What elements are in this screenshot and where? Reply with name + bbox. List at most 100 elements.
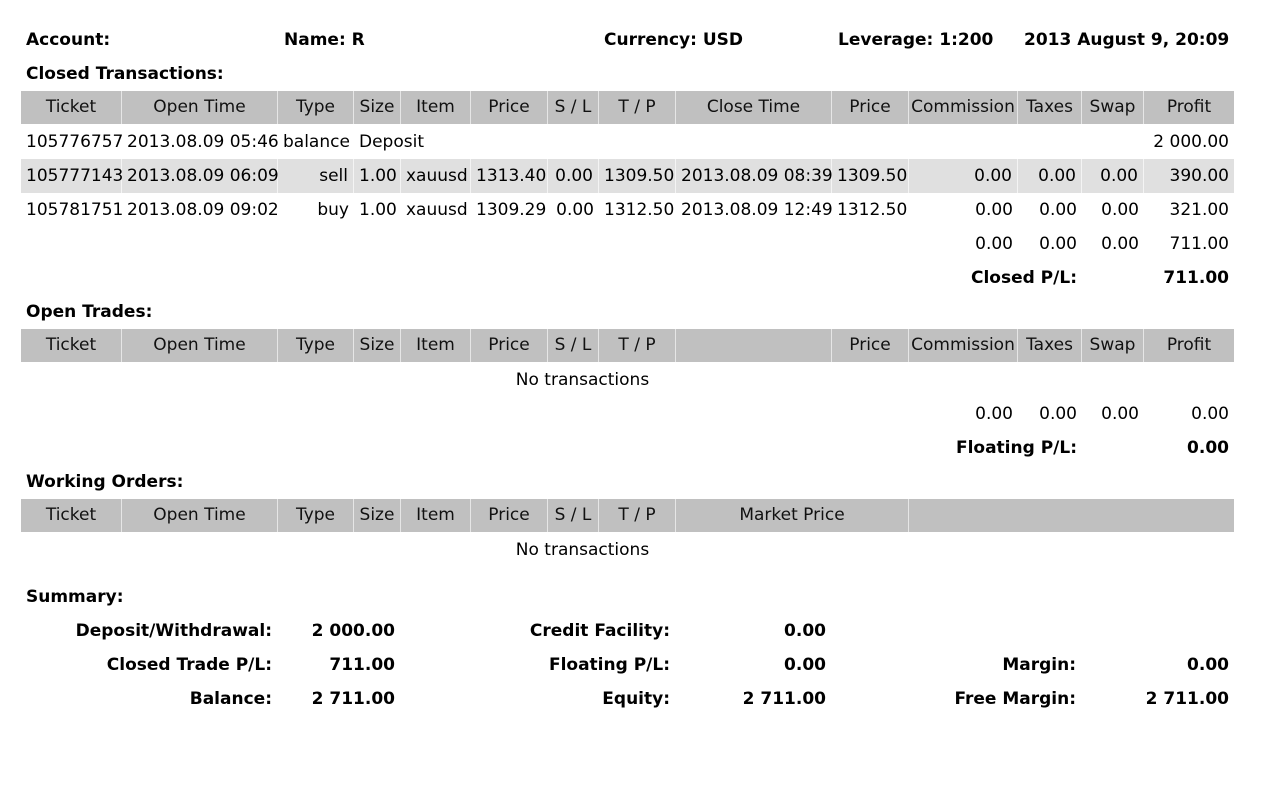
open-time-cell: 2013.08.09 09:02 <box>127 200 279 220</box>
size-cell: 1.00 <box>354 159 401 193</box>
total-taxes: 0.00 <box>1039 404 1077 424</box>
total-swap: 0.00 <box>1101 234 1139 254</box>
working-table-header: Ticket Open Time Type Size Item Price S … <box>21 499 1234 532</box>
col-size: Size <box>354 499 401 532</box>
col-taxes: Taxes <box>1018 91 1082 124</box>
type-cell: sell <box>278 159 354 193</box>
col-ticket: Ticket <box>21 499 122 532</box>
profit-cell: 321.00 <box>1169 200 1229 220</box>
total-profit: 0.00 <box>1191 404 1229 424</box>
col-profit: Profit <box>1166 97 1212 117</box>
closed-pl-value: 711.00 <box>1163 268 1229 288</box>
tp-cell: 1312.50 <box>604 200 675 220</box>
col-ticket: Ticket <box>21 329 122 362</box>
floating-pl-summary-value: 0.00 <box>784 655 826 675</box>
col-sl: S / L <box>548 499 599 532</box>
col-price: Price <box>471 329 548 362</box>
total-profit: 711.00 <box>1169 234 1229 254</box>
close-time-cell: 2013.08.09 08:39 <box>676 159 833 193</box>
credit-facility-value: 0.00 <box>784 621 826 641</box>
working-empty-row: No transactions <box>21 533 1234 567</box>
col-item: Item <box>401 499 471 532</box>
type-cell: balance <box>283 132 350 152</box>
col-type: Type <box>278 329 354 362</box>
open-totals-row: 0.00 0.00 0.00 0.00 <box>21 397 1234 431</box>
swap-cell: 0.00 <box>1082 159 1144 193</box>
tp-cell: 1309.50 <box>599 159 676 193</box>
free-margin-label: Free Margin: <box>954 689 1076 709</box>
col-open-time: Open Time <box>122 91 278 124</box>
closed-table-header: Ticket Open Time Type Size Item Price S … <box>21 91 1234 124</box>
col-type: Type <box>278 91 354 124</box>
col-commission: Commission <box>909 329 1018 362</box>
closed-totals-row: 0.00 0.00 0.00 711.00 <box>21 227 1234 261</box>
sl-cell: 0.00 <box>548 159 599 193</box>
col-commission: Commission <box>909 91 1018 124</box>
balance-value: 2 711.00 <box>311 689 395 709</box>
col-blank <box>676 329 832 362</box>
type-cell: buy <box>317 200 349 220</box>
leverage-label: Leverage: 1:200 <box>838 30 994 50</box>
closed-pl-label: Closed P/L: <box>970 268 1077 288</box>
open-time-cell: 2013.08.09 06:09 <box>122 159 279 193</box>
currency-label: Currency: USD <box>604 30 744 50</box>
col-market-price: Market Price <box>676 499 909 532</box>
col-blank <box>909 499 1234 532</box>
closed-trade-pl-label: Closed Trade P/L: <box>106 655 272 675</box>
item-cell: Deposit <box>359 132 424 152</box>
free-margin-value: 2 711.00 <box>1145 689 1229 709</box>
margin-value: 0.00 <box>1187 655 1229 675</box>
empty-message: No transactions <box>515 540 650 560</box>
col-tp: T / P <box>599 91 676 124</box>
col-swap: Swap <box>1082 91 1144 124</box>
col-type: Type <box>278 499 354 532</box>
col-market-price: Price <box>832 329 909 362</box>
col-profit: Profit <box>1166 335 1212 355</box>
col-sl: S / L <box>548 91 599 124</box>
name-label: Name: R <box>284 30 365 50</box>
size-cell: 1.00 <box>359 200 397 220</box>
table-row: 105776757 2013.08.09 05:46 balance Depos… <box>21 125 1234 159</box>
floating-pl-value: 0.00 <box>1187 438 1229 458</box>
col-tp: T / P <box>599 329 676 362</box>
commission-cell: 0.00 <box>975 200 1013 220</box>
total-swap: 0.00 <box>1101 404 1139 424</box>
total-taxes: 0.00 <box>1039 234 1077 254</box>
deposit-value: 2 000.00 <box>311 621 395 641</box>
col-size: Size <box>354 329 401 362</box>
ticket-cell: 105777143 <box>21 159 123 193</box>
table-row: 105781751 2013.08.09 09:02 buy 1.00 xauu… <box>21 193 1234 227</box>
col-ticket: Ticket <box>21 91 122 124</box>
floating-pl-label: Floating P/L: <box>955 438 1077 458</box>
profit-cell: 390.00 <box>1169 166 1229 186</box>
table-row: 105777143 2013.08.09 06:09 sell 1.00 xau… <box>21 159 1234 193</box>
sl-cell: 0.00 <box>556 200 594 220</box>
close-price-cell: 1312.50 <box>837 200 908 220</box>
closed-pl-row: Closed P/L: 711.00 <box>21 261 1234 295</box>
total-commission: 0.00 <box>975 234 1013 254</box>
floating-pl-summary-label: Floating P/L: <box>548 655 670 675</box>
col-price: Price <box>471 499 548 532</box>
empty-message: No transactions <box>515 370 650 390</box>
col-open-time: Open Time <box>122 329 278 362</box>
item-cell: xauusd <box>406 200 468 220</box>
ticket-cell: 105776757 <box>26 132 124 152</box>
equity-value: 2 711.00 <box>742 689 826 709</box>
margin-label: Margin: <box>1002 655 1076 675</box>
taxes-cell: 0.00 <box>1039 200 1077 220</box>
col-taxes: Taxes <box>1018 329 1082 362</box>
floating-pl-row: Floating P/L: 0.00 <box>21 431 1234 465</box>
report-datetime: 2013 August 9, 20:09 <box>1024 30 1230 50</box>
deposit-label: Deposit/Withdrawal: <box>75 621 272 641</box>
col-close-price: Price <box>832 91 909 124</box>
closed-transactions-title: Closed Transactions: <box>26 64 224 84</box>
total-commission: 0.00 <box>975 404 1013 424</box>
open-trades-title: Open Trades: <box>26 302 153 322</box>
price-cell: 1313.40 <box>471 159 548 193</box>
equity-label: Equity: <box>602 689 670 709</box>
credit-facility-label: Credit Facility: <box>529 621 670 641</box>
col-item: Item <box>401 91 471 124</box>
summary-title: Summary: <box>26 587 124 607</box>
col-price: Price <box>471 91 548 124</box>
col-close-time: Close Time <box>676 91 832 124</box>
